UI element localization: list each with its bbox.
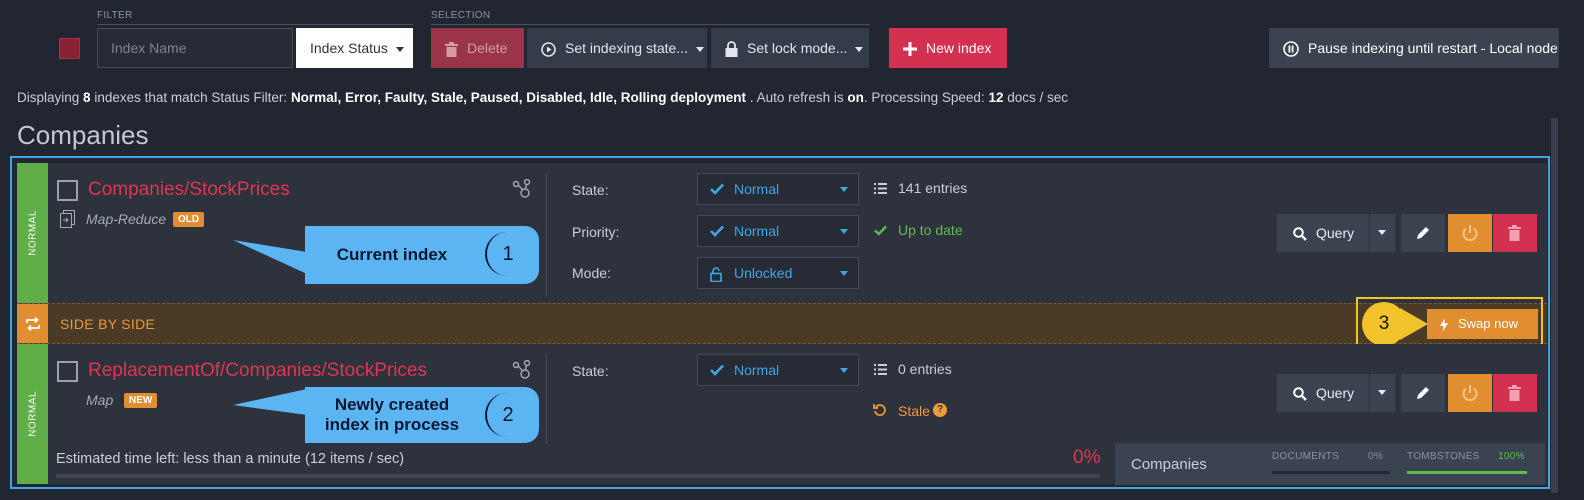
set-lock-mode-label: Set lock mode... [747,40,848,56]
info-speed-prefix: . Processing Speed: [863,90,985,105]
selection-group-divider [431,24,870,25]
chevron-down-icon [855,46,864,52]
index-status-label: Index Status [310,40,388,56]
filter-group-divider [97,24,413,25]
set-indexing-state-label: Set indexing state... [565,40,688,56]
trash-icon [445,41,458,57]
info-mid: indexes that match Status Filter: [94,90,288,105]
info-count: 8 [83,90,91,105]
group-title: Companies [17,120,149,150]
selection-group-label: SELECTION [431,10,491,21]
index-status-dropdown[interactable]: Index Status [296,28,413,68]
info-filters: Normal, Error, Faulty, Stale, Paused, Di… [290,90,747,105]
info-auto-refresh-value: on [847,90,864,105]
new-index-button[interactable]: New index [889,28,1007,68]
scrollbar[interactable] [1551,118,1558,493]
info-speed-unit: docs / sec [1007,90,1069,105]
delete-button[interactable]: Delete [431,28,524,68]
delete-label: Delete [467,40,508,56]
set-lock-mode-button[interactable]: Set lock mode... [711,28,869,68]
pause-indexing-button[interactable]: Pause indexing until restart - Local nod… [1269,28,1559,68]
info-auto-refresh-prefix: . Auto refresh is [749,90,844,105]
info-speed-value: 12 [988,90,1004,105]
play-circle-icon [541,41,556,57]
select-all-checkbox[interactable] [59,38,80,59]
pause-indexing-label: Pause indexing until restart - Local nod… [1308,40,1558,56]
index-name-input[interactable]: Index Name [97,28,293,68]
lock-icon [725,41,738,58]
chevron-down-icon [395,46,404,52]
set-indexing-state-button[interactable]: Set indexing state... [527,28,707,68]
chevron-down-icon [695,46,704,52]
status-info-line: Displaying 8 indexes that match Status F… [17,90,1068,105]
pause-circle-icon [1283,41,1299,58]
filter-group-label: FILTER [97,10,133,21]
info-prefix: Displaying [17,90,80,105]
selection-outline [10,156,1550,489]
new-index-label: New index [926,40,992,56]
plus-icon [903,42,917,57]
